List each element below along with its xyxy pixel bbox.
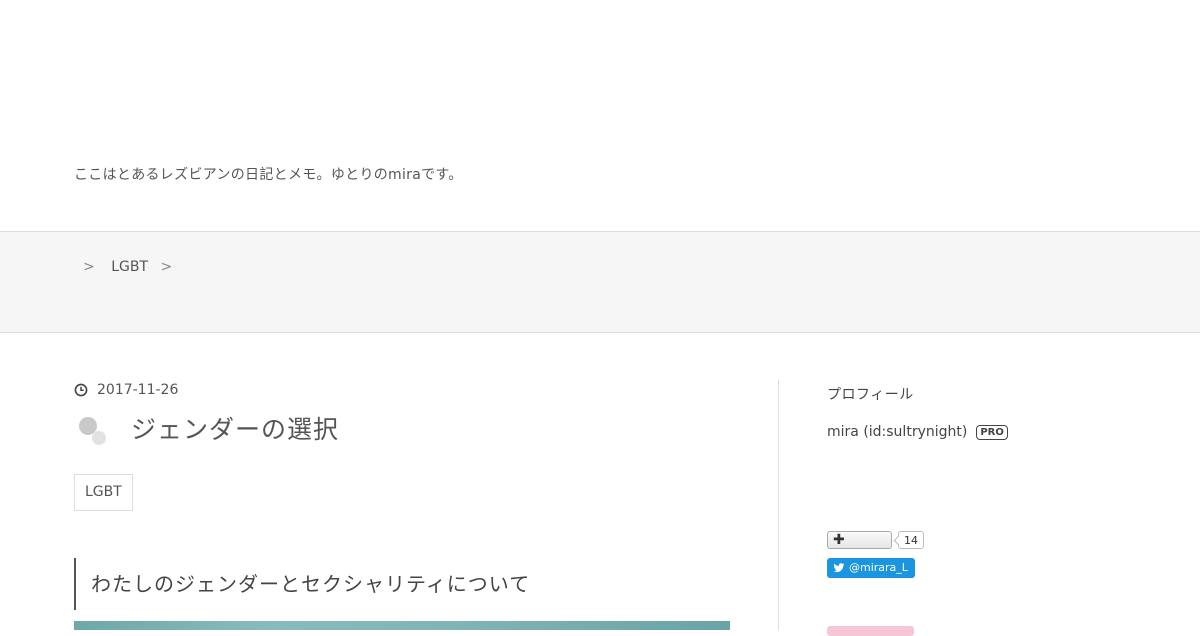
hatena-star-row: ✚ 14 [827,531,924,549]
plus-icon: ✚ [833,532,845,548]
section-heading: わたしのジェンダーとセクシャリティについて [74,558,724,610]
site-description: ここはとあるレズビアンの日記とメモ。ゆとりのmiraです。 [74,167,463,183]
entry-date[interactable]: 2017-11-26 [74,382,178,398]
twitter-bird-icon [833,563,845,573]
entry-date-text: 2017-11-26 [97,382,179,398]
breadcrumb-category-link[interactable]: LGBT [111,259,148,275]
reader-button[interactable] [827,626,914,636]
add-star-button[interactable]: ✚ [827,531,892,549]
sidebar-profile-heading: プロフィール [827,387,914,403]
sidebar-divider [778,380,779,630]
entry-image [74,621,730,630]
breadcrumb-separator: > [83,259,95,275]
twitter-handle: @mirara_L [849,561,908,574]
circles-icon [76,411,110,445]
breadcrumb-bar: > LGBT > [0,231,1200,333]
clock-icon [74,383,88,397]
star-count[interactable]: 14 [898,531,924,549]
profile-row: mira (id:sultrynight) PRO [827,424,1008,440]
breadcrumb-separator: > [160,259,173,275]
pro-badge[interactable]: PRO [976,424,1008,440]
entry-title[interactable]: ジェンダーの選択 [131,410,339,446]
breadcrumb: > LGBT > [83,259,178,275]
profile-name-link[interactable]: mira (id:sultrynight) [827,424,967,440]
site-header: ここはとあるレズビアンの日記とメモ。ゆとりのmiraです。 [0,0,1200,231]
entry-title-row: ジェンダーの選択 [76,410,339,446]
category-tag[interactable]: LGBT [74,474,133,511]
twitter-follow-button[interactable]: @mirara_L [827,558,915,578]
